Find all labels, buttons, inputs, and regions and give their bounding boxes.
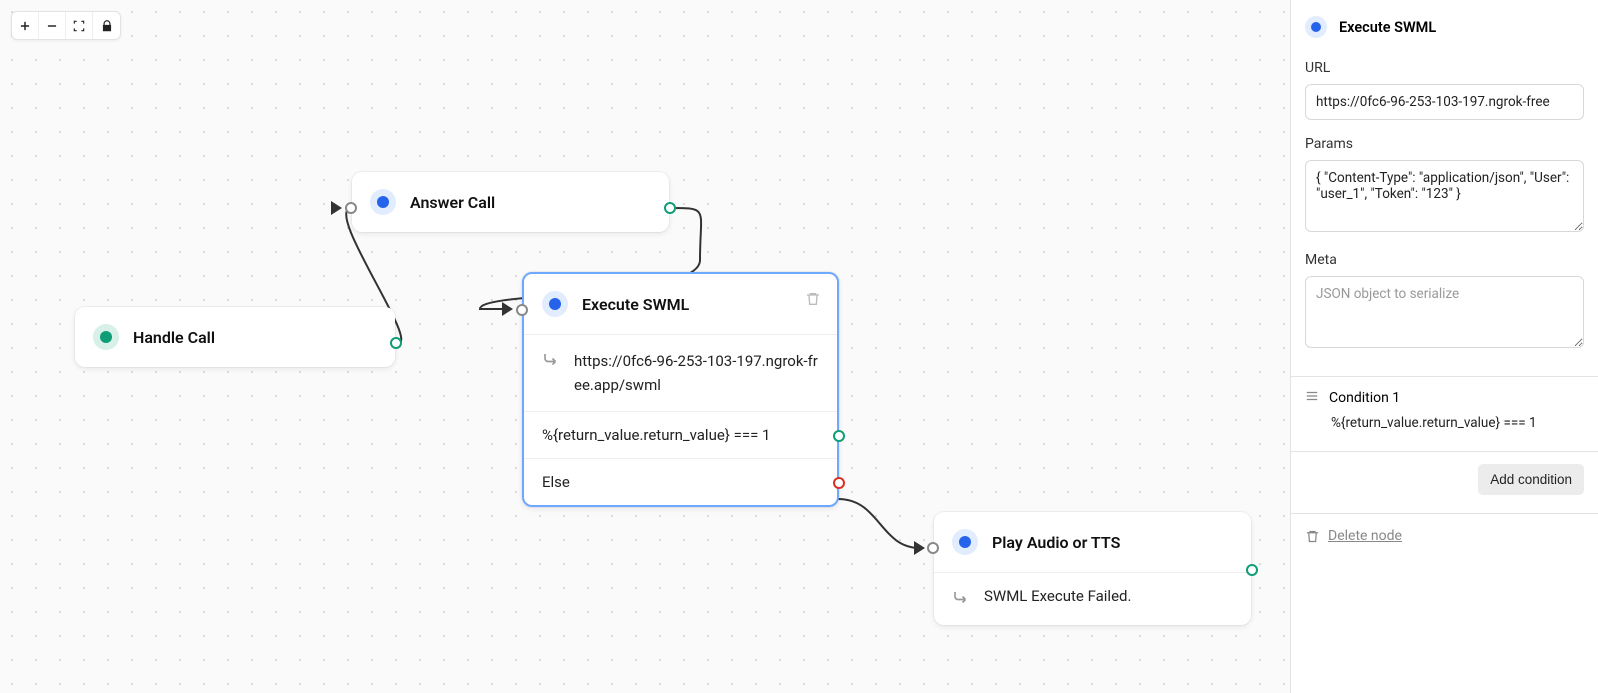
node-title: Execute SWML xyxy=(582,295,689,314)
input-port[interactable] xyxy=(345,202,357,214)
arrowhead-icon xyxy=(914,541,925,555)
zoom-out-button[interactable] xyxy=(39,12,66,39)
node-type-dot xyxy=(542,291,568,317)
url-label: URL xyxy=(1305,60,1584,76)
condition-output-port[interactable] xyxy=(833,430,845,442)
node-url-section: https://0fc6-96-253-103-197.ngrok-free.a… xyxy=(524,334,837,411)
redirect-icon xyxy=(952,589,970,611)
node-condition-section: %{return_value.return_value} === 1 xyxy=(524,411,837,458)
node-type-dot xyxy=(1305,16,1327,38)
drag-handle-icon[interactable] xyxy=(1305,389,1319,407)
node-else-section: Else xyxy=(524,458,837,505)
delete-node-icon-button[interactable] xyxy=(805,291,821,311)
sidebar-header: Execute SWML xyxy=(1305,16,1584,38)
canvas-toolbar xyxy=(11,11,121,40)
node-title: Play Audio or TTS xyxy=(992,533,1120,552)
input-port[interactable] xyxy=(516,304,528,316)
zoom-in-button[interactable] xyxy=(12,12,39,39)
params-textarea[interactable] xyxy=(1305,160,1584,232)
params-label: Params xyxy=(1305,136,1584,152)
else-output-port[interactable] xyxy=(833,477,845,489)
node-title: Handle Call xyxy=(133,328,215,347)
node-properties-panel: Execute SWML URL Params Meta Condition 1… xyxy=(1290,0,1598,693)
lock-icon xyxy=(100,19,114,33)
node-type-dot xyxy=(370,189,396,215)
delete-node-link[interactable]: Delete node xyxy=(1328,528,1402,544)
node-title: Answer Call xyxy=(410,193,495,212)
delete-node-row: Delete node xyxy=(1291,514,1598,558)
arrowhead-icon xyxy=(502,302,513,316)
node-text-section: SWML Execute Failed. xyxy=(934,572,1251,625)
condition-expression: %{return_value.return_value} === 1 xyxy=(542,426,770,444)
trash-icon xyxy=(805,291,821,307)
condition-expression-value: %{return_value.return_value} === 1 xyxy=(1291,411,1598,445)
else-label: Else xyxy=(542,473,570,491)
arrowhead-icon xyxy=(331,201,342,215)
node-url-value: https://0fc6-96-253-103-197.ngrok-free.a… xyxy=(574,349,819,397)
url-input[interactable] xyxy=(1305,84,1584,120)
redirect-icon xyxy=(542,351,560,373)
meta-label: Meta xyxy=(1305,252,1584,268)
input-port[interactable] xyxy=(927,542,939,554)
fit-view-button[interactable] xyxy=(66,12,93,39)
output-port[interactable] xyxy=(1246,564,1258,576)
lock-toggle-button[interactable] xyxy=(93,12,120,39)
node-handle-call[interactable]: Handle Call xyxy=(75,307,395,367)
condition-row[interactable]: Condition 1 xyxy=(1291,377,1598,411)
add-condition-button[interactable]: Add condition xyxy=(1478,464,1584,495)
meta-textarea[interactable] xyxy=(1305,276,1584,348)
trash-icon xyxy=(1305,529,1320,544)
output-port[interactable] xyxy=(390,337,402,349)
output-port[interactable] xyxy=(664,202,676,214)
node-type-dot xyxy=(93,324,119,350)
node-play-audio[interactable]: Play Audio or TTS SWML Execute Failed. xyxy=(934,512,1251,625)
node-answer-call[interactable]: Answer Call xyxy=(352,172,669,232)
minus-icon xyxy=(45,19,59,33)
fullscreen-icon xyxy=(72,19,86,33)
sidebar-title: Execute SWML xyxy=(1339,19,1436,36)
node-text-value: SWML Execute Failed. xyxy=(984,587,1131,605)
node-type-dot xyxy=(952,529,978,555)
condition-label: Condition 1 xyxy=(1329,390,1400,406)
node-execute-swml[interactable]: Execute SWML https://0fc6-96-253-103-197… xyxy=(522,272,839,507)
plus-icon xyxy=(18,19,32,33)
